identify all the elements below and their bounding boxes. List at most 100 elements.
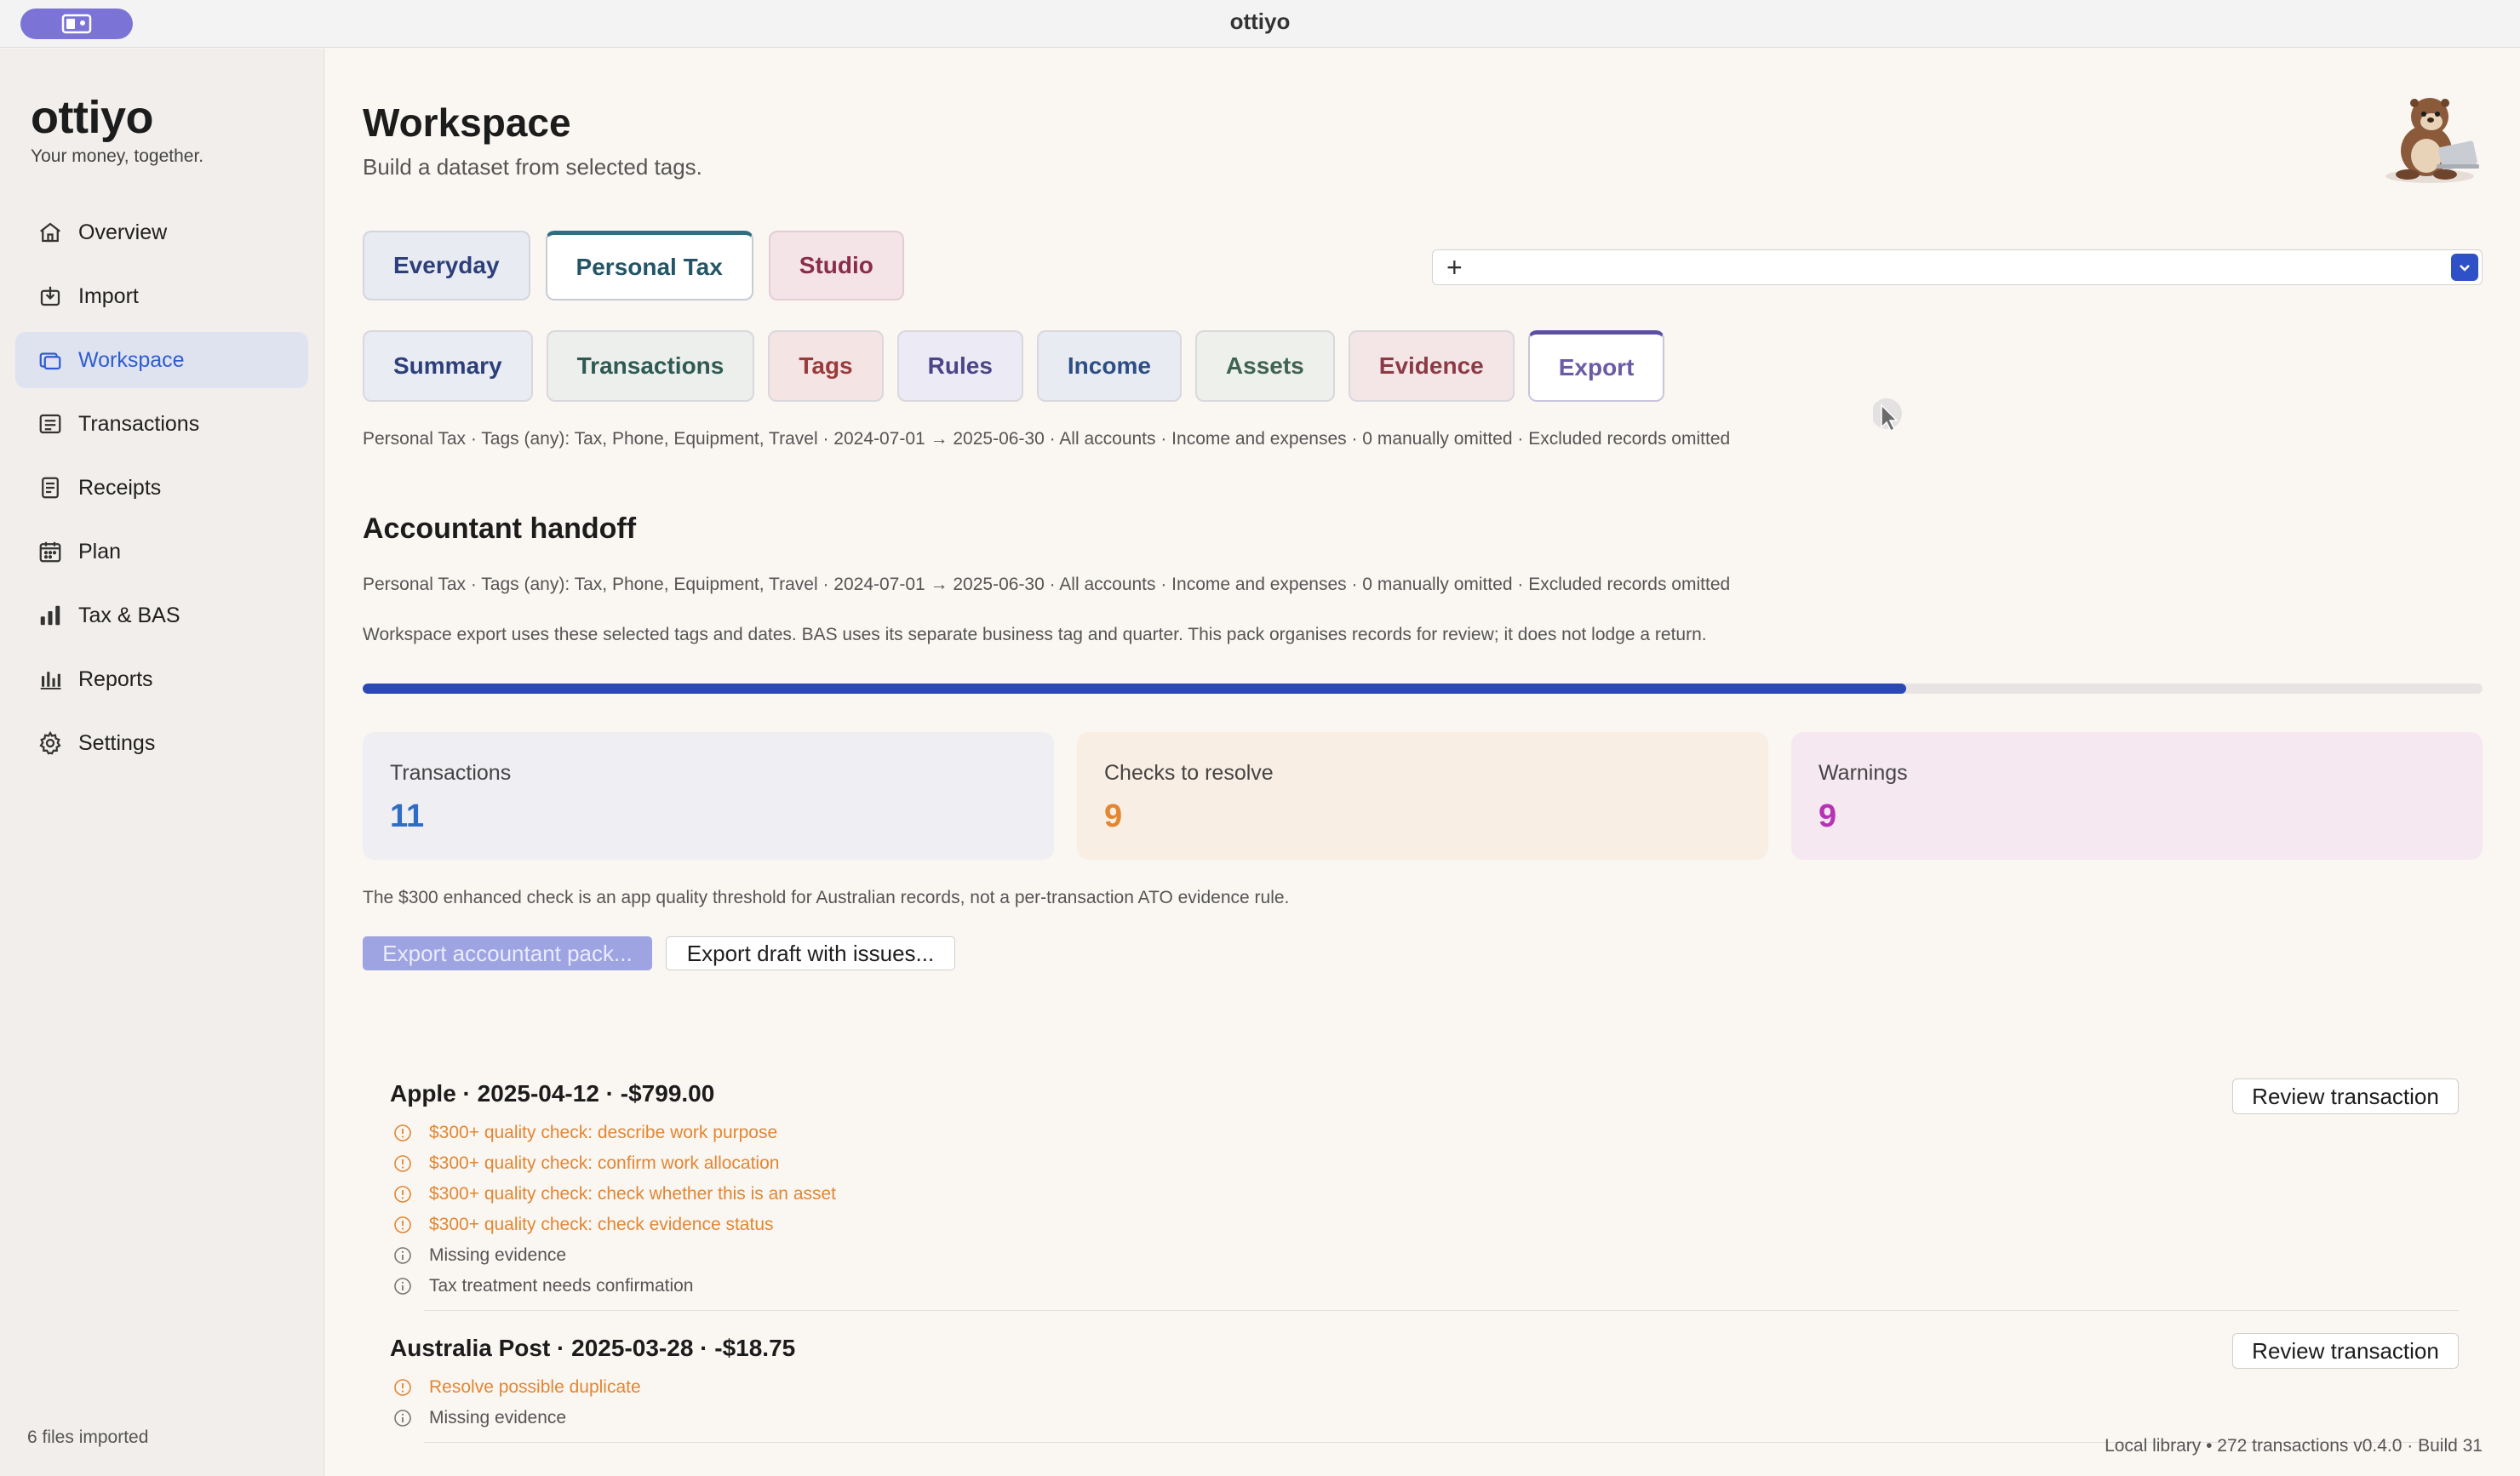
- info-circle-icon: [394, 1247, 411, 1264]
- stat-label: Transactions: [390, 761, 512, 785]
- home-icon: [36, 218, 65, 247]
- sidebar-item-label: Tax & BAS: [78, 603, 180, 627]
- sidebar-item-label: Import: [78, 283, 139, 308]
- tab-summary[interactable]: Summary: [363, 330, 533, 402]
- tab-studio[interactable]: Studio: [768, 231, 904, 300]
- sidebar-item-transactions[interactable]: Transactions: [15, 396, 308, 452]
- gear-icon: [36, 729, 65, 758]
- sidebar-item-label: Overview: [78, 220, 168, 244]
- threshold-note: The $300 enhanced check is an app qualit…: [363, 888, 1290, 907]
- otter-mascot-icon: [2385, 98, 2479, 183]
- scope-summary: Personal Tax · Tags (any): Tax, Phone, E…: [363, 429, 1731, 449]
- sidebar-item-receipts[interactable]: Receipts: [15, 460, 308, 516]
- issue-text: $300+ quality check: confirm work alloca…: [429, 1153, 780, 1173]
- receipt-icon: [36, 473, 65, 502]
- issue-item: Australia Post · 2025-03-28 · -$18.75 Re…: [390, 1324, 2459, 1443]
- chevron-down-icon[interactable]: [2451, 254, 2478, 281]
- tab-transactions[interactable]: Transactions: [546, 330, 755, 402]
- sidebar-item-reports[interactable]: Reports: [15, 651, 308, 707]
- alert-circle-icon: [394, 1124, 411, 1141]
- tab-rules[interactable]: Rules: [896, 330, 1023, 402]
- issue-text: $300+ quality check: describe work purpo…: [429, 1123, 778, 1142]
- sidebar-item-workspace[interactable]: Workspace: [15, 332, 308, 388]
- brand-tagline: Your money, together.: [31, 146, 204, 166]
- issue-check: $300+ quality check: check whether this …: [390, 1179, 2459, 1210]
- stat-card-checks: Checks to resolve 9: [1077, 732, 1768, 860]
- tab-export[interactable]: Export: [1527, 330, 1665, 402]
- issue-check: $300+ quality check: check evidence stat…: [390, 1210, 2459, 1240]
- calendar-icon: [36, 537, 65, 566]
- files-imported-status: 6 files imported: [27, 1427, 149, 1447]
- stat-label: Warnings: [1818, 761, 1908, 785]
- window-title: ottiyo: [1229, 9, 1291, 34]
- tab-evidence[interactable]: Evidence: [1348, 330, 1515, 402]
- main-content: Workspace Build a dataset from selected …: [325, 49, 2520, 1476]
- section-tabs: Summary Transactions Tags Rules Income A…: [363, 330, 1665, 402]
- mouse-cursor-icon: [1873, 398, 1902, 432]
- tag-selector-combobox[interactable]: +: [1432, 249, 2483, 285]
- handoff-explanation: Workspace export uses these selected tag…: [363, 625, 1707, 644]
- export-draft-button[interactable]: Export draft with issues...: [666, 936, 955, 970]
- bar-chart-icon: [36, 601, 65, 630]
- tab-income[interactable]: Income: [1036, 330, 1182, 402]
- issue-title: Apple · 2025-04-12 · -$799.00: [390, 1080, 715, 1107]
- issue-check: $300+ quality check: describe work purpo…: [390, 1118, 2459, 1148]
- footer-status: Local library • 272 transactions v0.4.0 …: [2105, 1436, 2483, 1456]
- alert-circle-icon: [394, 1379, 411, 1396]
- export-accountant-pack-button[interactable]: Export accountant pack...: [363, 936, 652, 970]
- divider: [424, 1310, 2459, 1311]
- issue-text: $300+ quality check: check evidence stat…: [429, 1215, 774, 1234]
- page-subtitle: Build a dataset from selected tags.: [363, 154, 702, 180]
- workspace-icon: [36, 346, 65, 375]
- issue-text: Resolve possible duplicate: [429, 1377, 641, 1397]
- sidebar-item-import[interactable]: Import: [15, 268, 308, 324]
- issue-text: Missing evidence: [429, 1245, 567, 1265]
- issue-check: Tax treatment needs confirmation: [390, 1271, 2459, 1302]
- reports-icon: [36, 665, 65, 694]
- tab-assets[interactable]: Assets: [1194, 330, 1335, 402]
- import-icon: [36, 282, 65, 311]
- add-tag-icon[interactable]: +: [1446, 252, 1463, 283]
- sidebar-item-label: Plan: [78, 539, 122, 564]
- brand-name: ottiyo: [31, 92, 153, 143]
- sidebar-item-plan[interactable]: Plan: [15, 523, 308, 580]
- alert-circle-icon: [394, 1216, 411, 1233]
- section-title: Accountant handoff: [363, 512, 637, 545]
- alert-circle-icon: [394, 1186, 411, 1203]
- sidebar-item-label: Reports: [78, 666, 153, 691]
- issue-check: $300+ quality check: confirm work alloca…: [390, 1148, 2459, 1179]
- sidebar-nav: Overview Import Workspace Transactions R…: [15, 204, 308, 779]
- issue-item: Apple · 2025-04-12 · -$799.00 Review tra…: [390, 1070, 2459, 1311]
- review-transaction-button[interactable]: Review transaction: [2232, 1333, 2459, 1369]
- sidebar-item-overview[interactable]: Overview: [15, 204, 308, 260]
- review-transaction-button[interactable]: Review transaction: [2232, 1078, 2459, 1114]
- sidebar-item-settings[interactable]: Settings: [15, 715, 308, 771]
- issue-list: Apple · 2025-04-12 · -$799.00 Review tra…: [390, 1070, 2459, 1456]
- stat-label: Checks to resolve: [1104, 761, 1274, 785]
- title-bar: ottiyo: [0, 0, 2520, 48]
- sidebar-item-label: Receipts: [78, 475, 162, 500]
- issue-check: Resolve possible duplicate: [390, 1372, 2459, 1403]
- sidebar-item-label: Workspace: [78, 347, 185, 372]
- info-circle-icon: [394, 1278, 411, 1295]
- issue-check: Missing evidence: [390, 1403, 2459, 1433]
- stat-value: 9: [1818, 798, 1837, 834]
- info-circle-icon: [394, 1410, 411, 1427]
- issue-check: Missing evidence: [390, 1240, 2459, 1271]
- alert-circle-icon: [394, 1155, 411, 1172]
- workspace-tabs: Everyday Personal Tax Studio: [363, 231, 904, 300]
- tab-everyday[interactable]: Everyday: [363, 231, 530, 300]
- sidebar-item-tax-bas[interactable]: Tax & BAS: [15, 587, 308, 644]
- tab-personal-tax[interactable]: Personal Tax: [545, 231, 753, 300]
- sidebar-item-label: Transactions: [78, 411, 200, 436]
- sidebar: ottiyo Your money, together. Overview Im…: [0, 49, 324, 1476]
- issue-text: $300+ quality check: check whether this …: [429, 1184, 837, 1204]
- stat-value: 11: [390, 798, 425, 834]
- tab-tags[interactable]: Tags: [768, 330, 884, 402]
- transactions-icon: [36, 409, 65, 438]
- stat-value: 9: [1104, 798, 1123, 834]
- issue-text: Tax treatment needs confirmation: [429, 1276, 694, 1296]
- stat-card-warnings: Warnings 9: [1791, 732, 2483, 860]
- progress-fill: [363, 684, 1906, 694]
- page-title: Workspace: [363, 100, 571, 145]
